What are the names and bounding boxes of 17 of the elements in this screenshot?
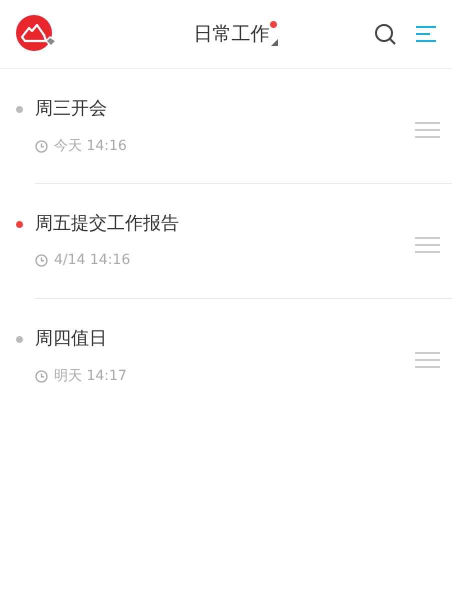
clock-icon bbox=[35, 254, 48, 266]
task-title[interactable]: 周五提交工作报告 bbox=[35, 212, 415, 236]
dropdown-icon[interactable] bbox=[270, 39, 278, 46]
task-time: 4/14 14:16 bbox=[54, 252, 130, 268]
list-title[interactable]: 日常工作 bbox=[194, 22, 270, 46]
task-time: 今天 14:16 bbox=[54, 137, 127, 155]
menu-icon[interactable] bbox=[416, 25, 436, 43]
task-title[interactable]: 周三开会 bbox=[35, 97, 415, 121]
task-time: 明天 14:17 bbox=[54, 367, 127, 385]
task-title[interactable]: 周四值日 bbox=[35, 327, 415, 351]
clock-icon bbox=[35, 140, 48, 152]
drag-handle-icon[interactable] bbox=[415, 237, 440, 253]
drag-handle-icon[interactable] bbox=[415, 352, 440, 368]
logo-icon[interactable] bbox=[15, 15, 57, 53]
drag-handle-icon[interactable] bbox=[415, 122, 440, 138]
search-icon[interactable] bbox=[374, 23, 396, 45]
clock-icon bbox=[35, 370, 48, 382]
